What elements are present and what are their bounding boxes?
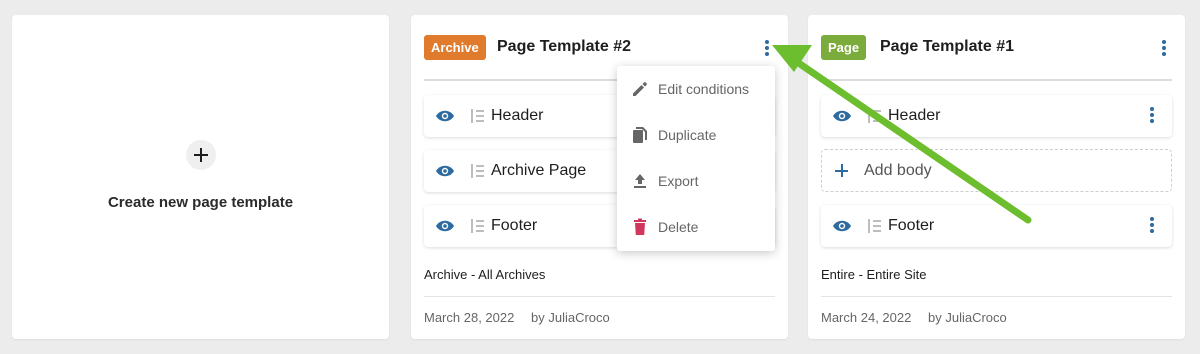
plus-icon [835,164,848,177]
menu-item-duplicate[interactable]: Duplicate [617,112,775,158]
part-label: Header [491,107,544,124]
trash-icon [634,218,646,235]
part-label: Footer [888,217,935,234]
part-label: Archive Page [491,162,587,179]
eye-icon[interactable] [832,219,852,233]
menu-item-label: Duplicate [658,127,717,143]
eye-icon[interactable] [435,219,455,233]
template-conditions: Entire - Entire Site [821,267,927,282]
eye-icon[interactable] [435,109,455,123]
list-icon [471,164,484,178]
more-options-icon[interactable] [1146,107,1158,125]
part-label: Footer [491,217,538,234]
template-date: March 28, 2022 [424,310,515,325]
template-date: March 24, 2022 [821,310,912,325]
template-author: by JuliaCroco [928,310,1007,325]
menu-item-label: Edit conditions [658,81,750,97]
part-label: Header [888,107,941,124]
add-body-button[interactable]: Add body [821,149,1172,192]
type-badge: Page [821,35,867,60]
template-conditions: Archive - All Archives [424,267,546,282]
more-options-icon[interactable] [761,40,773,58]
add-body-label: Add body [864,162,932,179]
card-header: Page Page Template #1 [821,15,1172,81]
list-icon [868,109,881,123]
copy-icon [633,127,647,143]
card-footer: March 24, 2022 by JuliaCroco [821,296,1172,339]
template-author: by JuliaCroco [531,310,610,325]
menu-item-label: Delete [658,219,699,235]
menu-item-delete[interactable]: Delete [617,204,775,250]
menu-item-label: Export [658,173,699,189]
create-template-label: Create new page template [107,194,294,211]
list-icon [471,109,484,123]
template-title: Page Template #2 [497,38,631,55]
template-part-footer[interactable]: Footer [821,205,1172,247]
menu-item-edit-conditions[interactable]: Edit conditions [617,66,775,112]
card-footer: March 28, 2022 by JuliaCroco [424,296,775,339]
eye-icon[interactable] [832,109,852,123]
menu-item-export[interactable]: Export [617,158,775,204]
more-options-icon[interactable] [1158,40,1170,58]
type-badge: Archive [424,35,486,60]
list-icon [471,219,484,233]
eye-icon[interactable] [435,164,455,178]
pencil-icon [633,82,647,96]
context-menu: Edit conditions Duplicate Export Delete [617,66,775,251]
create-template-card[interactable]: Create new page template [12,15,389,339]
template-card-page: Page Page Template #1 Header Add body Fo… [808,15,1185,339]
upload-icon [634,174,646,188]
list-icon [868,219,881,233]
template-part-header[interactable]: Header [821,95,1172,137]
plus-icon[interactable] [186,140,216,170]
more-options-icon[interactable] [1146,217,1158,235]
template-title: Page Template #1 [880,38,1014,55]
